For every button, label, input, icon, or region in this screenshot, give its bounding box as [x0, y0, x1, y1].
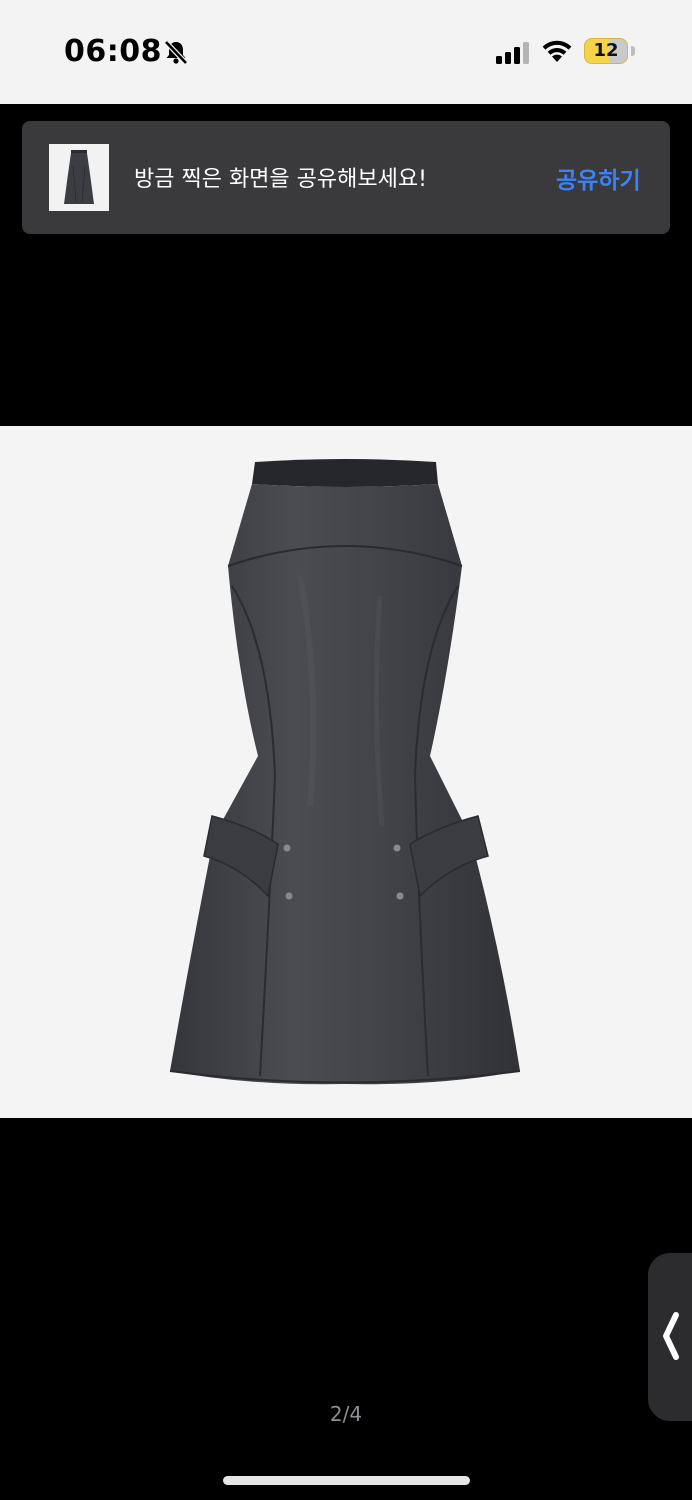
status-time: 06:08 — [64, 34, 162, 69]
side-panel-handle[interactable] — [648, 1253, 692, 1421]
page-indicator: 2/4 — [329, 1402, 363, 1426]
share-screenshot-toast[interactable]: 방금 찍은 화면을 공유해보세요! 공유하기 — [22, 121, 670, 234]
bell-slash-icon — [162, 38, 190, 66]
battery-level: 12 — [593, 40, 619, 61]
battery-icon: 12 — [584, 38, 636, 66]
home-indicator[interactable] — [223, 1476, 470, 1485]
screenshot-thumbnail[interactable] — [49, 144, 109, 211]
wifi-icon — [540, 38, 574, 64]
status-bar: 06:08 12 — [0, 0, 692, 104]
skirt-photo — [169, 459, 521, 1085]
battery-tip — [631, 46, 635, 56]
chevron-left-icon — [663, 1312, 679, 1360]
cellular-signal-icon — [496, 42, 532, 64]
product-image[interactable] — [0, 426, 692, 1118]
toast-message: 방금 찍은 화면을 공유해보세요! — [134, 167, 427, 192]
share-button[interactable]: 공유하기 — [556, 161, 641, 195]
